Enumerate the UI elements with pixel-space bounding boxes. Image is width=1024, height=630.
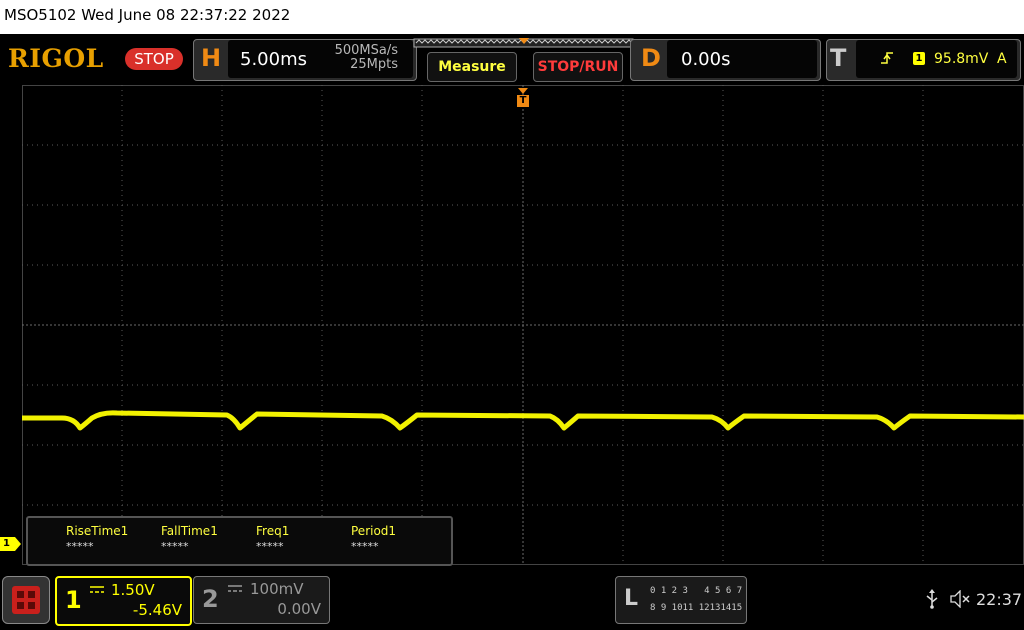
waveform-display[interactable] xyxy=(22,85,1024,565)
channel1-offset: -5.46V xyxy=(132,601,182,619)
horizontal-letter: H xyxy=(201,44,222,72)
measurement-panel[interactable]: RiseTime1 ***** FallTime1 ***** Freq1 **… xyxy=(26,516,453,566)
measurement-item: FallTime1 ***** xyxy=(161,524,218,553)
trigger-level: 95.8mV xyxy=(934,51,989,67)
measurement-value: ***** xyxy=(161,540,189,553)
usb-icon xyxy=(926,589,938,609)
delay-value: 0.00s xyxy=(681,49,731,70)
logic-channels-row1: 0 1 2 3 4 5 6 7 xyxy=(650,586,743,596)
memory-depth: 25Mpts xyxy=(350,57,398,72)
memory-position-bar xyxy=(413,38,635,48)
channel1-panel[interactable]: 1 1.50V -5.46V xyxy=(55,576,192,626)
measure-button[interactable]: Measure xyxy=(427,52,517,82)
channel1-scale: 1.50V xyxy=(111,581,155,599)
rigol-logo: RIGOL xyxy=(8,44,104,73)
status-bar: MSO5102 Wed June 08 22:37:22 2022 xyxy=(0,0,1024,34)
measurement-label: Period1 xyxy=(351,524,397,538)
trigger-letter: T xyxy=(830,44,847,72)
rising-edge-icon xyxy=(881,52,893,64)
status-bar-text: MSO5102 Wed June 08 22:37:22 2022 xyxy=(4,6,291,24)
logic-panel[interactable]: L 0 1 2 3 4 5 6 7 8 9 1011 12131415 xyxy=(615,576,747,624)
channel2-panel[interactable]: 2 100mV 0.00V xyxy=(193,576,330,624)
stop-run-button[interactable]: STOP/RUN xyxy=(533,52,623,82)
mute-icon[interactable] xyxy=(950,590,972,608)
channel2-offset: 0.00V xyxy=(277,600,321,618)
delay-letter: D xyxy=(641,44,661,72)
dc-coupling-icon xyxy=(90,586,104,593)
timebase-value: 5.00ms xyxy=(240,49,307,70)
trigger-mode: A xyxy=(997,51,1007,67)
measurement-value: ***** xyxy=(66,540,94,553)
sample-rate: 500MSa/s xyxy=(334,43,398,58)
dc-coupling-icon xyxy=(228,585,242,592)
main-menu-button[interactable] xyxy=(2,576,50,624)
measurement-label: FallTime1 xyxy=(161,524,218,538)
clock-time: 22:37 xyxy=(976,590,1023,609)
measurement-label: RiseTime1 xyxy=(66,524,129,538)
measurement-value: ***** xyxy=(256,540,284,553)
trigger-source-badge: 1 xyxy=(913,52,925,65)
measurement-item: Period1 ***** xyxy=(351,524,396,553)
channel2-number: 2 xyxy=(202,585,219,613)
trigger-marker-label: T xyxy=(519,95,527,106)
channel2-scale: 100mV xyxy=(250,580,304,598)
channel1-number: 1 xyxy=(65,586,82,614)
measurement-item: Freq1 ***** xyxy=(256,524,289,553)
grid-menu-icon xyxy=(12,586,40,614)
logic-channels-row2: 8 9 1011 12131415 xyxy=(650,603,743,613)
ch1-marker-label: 1 xyxy=(3,538,10,549)
measurement-label: Freq1 xyxy=(256,524,290,538)
measurement-item: RiseTime1 ***** xyxy=(66,524,128,553)
logic-letter: L xyxy=(624,586,639,611)
trigger-position-marker[interactable]: T xyxy=(516,88,530,108)
measurement-value: ***** xyxy=(351,540,379,553)
run-state-badge[interactable]: STOP xyxy=(125,48,183,70)
ch1-ground-marker[interactable]: 1 xyxy=(0,537,22,551)
